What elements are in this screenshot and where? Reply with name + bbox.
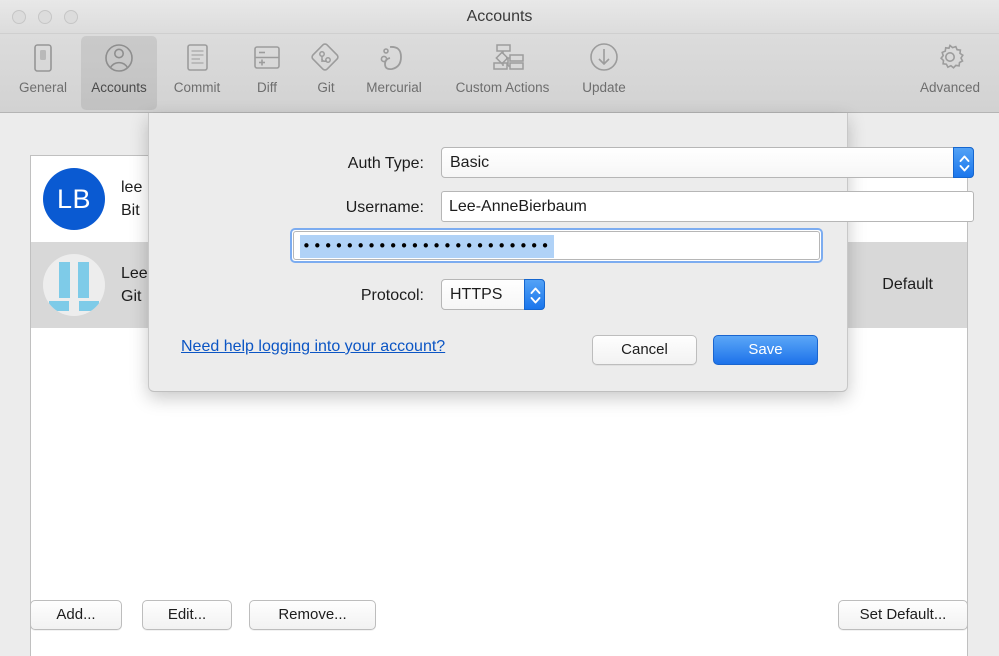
toolbar-label-commit: Commit — [173, 80, 221, 95]
password-field-inner: ••••••••••••••••••••••• — [293, 231, 820, 260]
mercurial-icon — [348, 36, 440, 80]
toolbar-label-advanced: Advanced — [919, 80, 981, 95]
account-username: Lee — [121, 264, 148, 282]
window-titlebar: Accounts — [0, 0, 999, 34]
protocol-value: HTTPS — [450, 286, 503, 303]
toolbar-item-custom-actions[interactable]: Custom Actions — [440, 36, 565, 110]
toolbar-item-mercurial[interactable]: Mercurial — [348, 36, 440, 110]
accounts-icon — [81, 36, 157, 80]
account-host: Git — [121, 288, 142, 305]
toolbar-label-update: Update — [582, 80, 626, 95]
auth-type-dropdown[interactable]: Basic — [441, 147, 974, 178]
account-info: lee Bit — [121, 176, 142, 222]
toolbar-label-general: General — [18, 80, 68, 95]
auth-type-row: Auth Type: Basic — [149, 147, 974, 181]
toolbar-item-general[interactable]: General — [5, 36, 81, 110]
preferences-toolbar: General Accounts Commit Diff Git Mercuri… — [0, 34, 999, 113]
toolbar-label-accounts: Accounts — [91, 80, 147, 95]
avatar: LB — [43, 168, 105, 230]
chevron-updown-icon — [953, 147, 974, 178]
avatar-glyph-part — [79, 301, 99, 311]
window-title: Accounts — [466, 8, 533, 25]
account-host: Bit — [121, 202, 140, 219]
toolbar-item-commit[interactable]: Commit — [159, 36, 235, 110]
username-row: Username: Lee-AnneBierbaum — [149, 191, 974, 225]
remove-button[interactable]: Remove... — [249, 600, 376, 630]
username-input[interactable]: Lee-AnneBierbaum — [441, 191, 974, 222]
account-info: Lee Git — [121, 262, 148, 308]
help-link[interactable]: Need help logging into your account? — [181, 338, 445, 356]
chevron-updown-icon — [524, 279, 545, 310]
preferences-window: Accounts General Accounts Commit Diff Gi… — [0, 0, 999, 656]
status-badge: Default — [882, 276, 933, 293]
custom-actions-icon — [440, 36, 565, 80]
toolbar-label-mercurial: Mercurial — [366, 80, 422, 95]
protocol-label: Protocol: — [360, 287, 424, 304]
account-username: lee — [121, 178, 143, 196]
avatar-initials: LB — [56, 184, 92, 214]
toolbar-item-update[interactable]: Update — [566, 36, 642, 110]
auth-type-label: Auth Type: — [347, 155, 424, 172]
update-icon — [566, 36, 642, 80]
save-button[interactable]: Save — [713, 335, 818, 365]
commit-icon — [159, 36, 235, 80]
cancel-button[interactable]: Cancel — [592, 335, 697, 365]
general-icon — [5, 36, 81, 80]
protocol-row: Protocol: HTTPS — [149, 279, 849, 313]
toolbar-item-advanced[interactable]: Advanced — [906, 36, 994, 110]
toolbar-label-custom-actions: Custom Actions — [455, 80, 550, 95]
password-field[interactable]: ••••••••••••••••••••••• — [290, 228, 823, 263]
avatar-glyph-part — [49, 301, 69, 311]
toolbar-item-accounts[interactable]: Accounts — [81, 36, 157, 110]
avatar — [43, 254, 105, 316]
username-label: Username: — [345, 199, 424, 216]
auth-type-value: Basic — [450, 154, 490, 171]
avatar-glyph-part — [59, 262, 70, 298]
advanced-icon — [906, 36, 994, 80]
avatar-glyph-part — [78, 262, 89, 298]
protocol-dropdown[interactable]: HTTPS — [441, 279, 545, 310]
password-value: ••••••••••••••••••••••• — [300, 235, 554, 258]
add-button[interactable]: Add... — [30, 600, 122, 630]
set-default-button[interactable]: Set Default... — [838, 600, 968, 630]
edit-button[interactable]: Edit... — [142, 600, 232, 630]
